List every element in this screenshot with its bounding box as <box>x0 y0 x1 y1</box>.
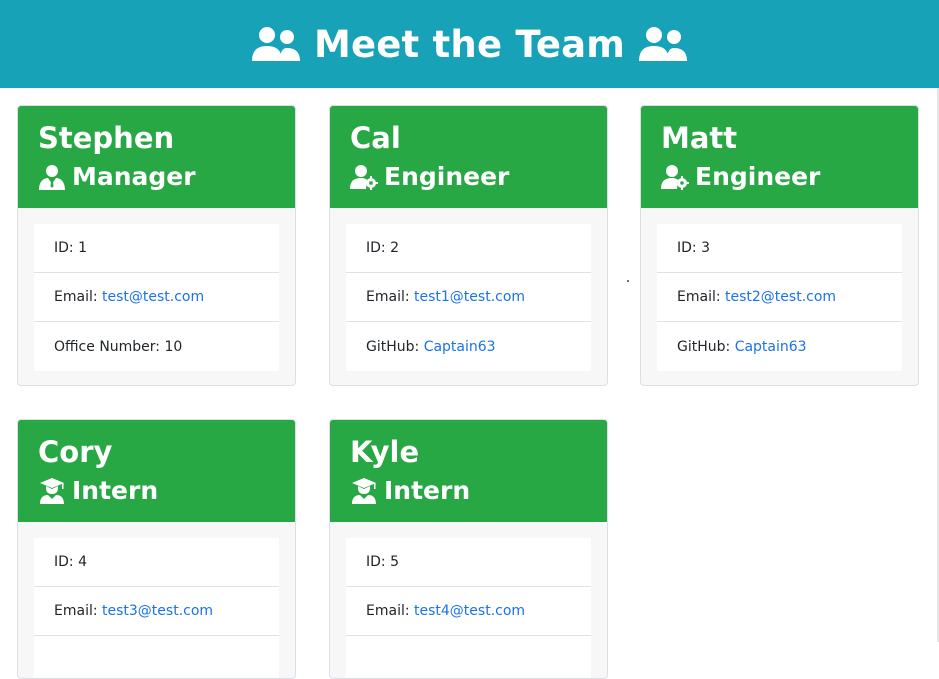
info-list: ID: 4 Email: test3@test.com <box>34 538 279 678</box>
github-item: GitHub: Captain63 <box>657 322 902 371</box>
employee-name: Cory <box>38 435 113 469</box>
email-label: Email: <box>677 289 721 305</box>
role-label: Manager <box>72 162 196 191</box>
employee-card: Stephen Manager ID: 1 Email: test@test.c… <box>17 105 296 386</box>
card-header: Kyle Intern <box>330 420 607 522</box>
id-text: ID: 1 <box>54 240 87 256</box>
card-body: ID: 4 Email: test3@test.com <box>18 522 295 678</box>
github-link[interactable]: Captain63 <box>735 339 807 355</box>
role-label: Intern <box>72 476 159 505</box>
page-title: Meet the Team <box>313 22 626 66</box>
email-label: Email: <box>54 289 98 305</box>
id-text: ID: 4 <box>54 554 87 570</box>
school-item <box>34 636 279 678</box>
email-item: Email: test2@test.com <box>657 273 902 322</box>
employee-card: Matt Engineer ID: 3 Email: test2@test.co… <box>640 105 919 386</box>
employee-card: Cory Intern ID: 4 Email: test3@test.com <box>17 419 296 679</box>
stray-dot <box>627 280 629 282</box>
card-header: Cal Engineer <box>330 106 607 208</box>
employee-name: Stephen <box>38 121 175 155</box>
school-item <box>346 636 591 678</box>
email-label: Email: <box>366 603 410 619</box>
user-graduate-icon <box>38 478 66 504</box>
card-body: ID: 3 Email: test2@test.com GitHub: Capt… <box>641 208 918 385</box>
email-item: Email: test4@test.com <box>346 587 591 636</box>
card-body: ID: 5 Email: test4@test.com <box>330 522 607 678</box>
employee-role: Engineer <box>350 160 607 194</box>
info-list: ID: 2 Email: test1@test.com GitHub: Capt… <box>346 224 591 371</box>
employee-role: Intern <box>350 474 607 508</box>
id-text: ID: 3 <box>677 240 710 256</box>
id-item: ID: 3 <box>657 224 902 273</box>
employee-name: Matt <box>661 121 738 155</box>
github-link[interactable]: Captain63 <box>424 339 496 355</box>
email-item: Email: test@test.com <box>34 273 279 322</box>
email-link[interactable]: test1@test.com <box>414 289 525 305</box>
employee-card: Cal Engineer ID: 2 Email: test1@test.com <box>329 105 608 386</box>
github-item: GitHub: Captain63 <box>346 322 591 371</box>
email-link[interactable]: test@test.com <box>102 289 204 305</box>
card-header: Cory Intern <box>18 420 295 522</box>
role-label: Engineer <box>695 162 821 191</box>
id-text: ID: 2 <box>366 240 399 256</box>
email-item: Email: test3@test.com <box>34 587 279 636</box>
github-label: GitHub: <box>366 338 420 355</box>
card-header: Stephen Manager <box>18 106 295 208</box>
email-label: Email: <box>366 289 410 305</box>
id-text: ID: 5 <box>366 554 399 570</box>
github-label: GitHub: <box>677 338 731 355</box>
office-number-text: Office Number: 10 <box>54 338 183 355</box>
employee-name: Cal <box>350 121 401 155</box>
card-body: ID: 2 Email: test1@test.com GitHub: Capt… <box>330 208 607 385</box>
page-header: Meet the Team <box>0 0 939 88</box>
user-tie-icon <box>38 164 66 190</box>
users-icon <box>637 25 689 63</box>
employee-role: Manager <box>38 160 295 194</box>
employee-name: Kyle <box>350 435 420 469</box>
id-item: ID: 1 <box>34 224 279 273</box>
users-icon <box>250 25 302 63</box>
user-cog-icon <box>661 164 689 190</box>
info-list: ID: 5 Email: test4@test.com <box>346 538 591 678</box>
card-body: ID: 1 Email: test@test.com Office Number… <box>18 208 295 385</box>
info-list: ID: 1 Email: test@test.com Office Number… <box>34 224 279 371</box>
office-number-item: Office Number: 10 <box>34 322 279 371</box>
email-link[interactable]: test2@test.com <box>725 289 836 305</box>
employee-role: Engineer <box>661 160 918 194</box>
role-label: Intern <box>384 476 471 505</box>
email-link[interactable]: test4@test.com <box>414 603 525 619</box>
user-graduate-icon <box>350 478 378 504</box>
user-cog-icon <box>350 164 378 190</box>
id-item: ID: 5 <box>346 538 591 587</box>
info-list: ID: 3 Email: test2@test.com GitHub: Capt… <box>657 224 902 371</box>
role-label: Engineer <box>384 162 510 191</box>
email-label: Email: <box>54 603 98 619</box>
employee-card: Kyle Intern ID: 5 Email: test4@test.com <box>329 419 608 679</box>
email-link[interactable]: test3@test.com <box>102 603 213 619</box>
employee-role: Intern <box>38 474 295 508</box>
id-item: ID: 4 <box>34 538 279 587</box>
card-header: Matt Engineer <box>641 106 918 208</box>
id-item: ID: 2 <box>346 224 591 273</box>
email-item: Email: test1@test.com <box>346 273 591 322</box>
